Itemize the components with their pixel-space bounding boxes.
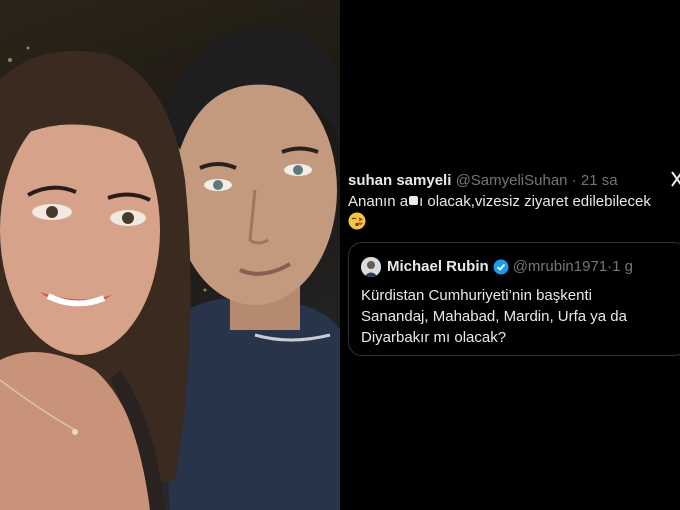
tweet-panel: suhan samyeli @SamyeliSuhan · 21 sa Anan… [340, 0, 680, 510]
selfie-illustration [0, 27, 340, 510]
quoted-author-name[interactable]: Michael Rubin [387, 258, 489, 276]
tweet-text-part1: Ananın a [348, 193, 409, 210]
woman-face [0, 105, 160, 355]
tweet-author-handle[interactable]: @SamyeliSuhan [456, 172, 568, 189]
quoted-tweet-header: Michael Rubin @mrubin1971 · 1 g [361, 257, 633, 277]
selfie-photo [0, 0, 340, 510]
quoted-tweet-text: Kürdistan Cumhuriyeti’nin başkenti Sanan… [361, 287, 627, 346]
tweet-separator: · [571, 172, 577, 189]
quoted-author-handle[interactable]: @mrubin1971 [513, 258, 607, 276]
tweet-author-name[interactable]: suhan samyeli [348, 172, 451, 189]
kissing-face-emoji-icon [348, 212, 366, 230]
more-icon[interactable] [670, 168, 680, 190]
tweet-header: suhan samyeli @SamyeliSuhan · 21 sa [348, 172, 618, 190]
quoted-author-avatar[interactable] [361, 257, 381, 277]
quoted-tweet-card[interactable]: Michael Rubin @mrubin1971 · 1 g Kürdista… [348, 242, 680, 356]
quoted-timestamp[interactable]: 1 g [612, 258, 633, 276]
censor-block [409, 196, 419, 205]
tweet-timestamp[interactable]: 21 sa [581, 172, 618, 189]
tweet-text-part2: ı olacak,vizesiz ziyaret edilebilecek [419, 193, 651, 210]
tweet-text: Ananın a ı olacak,vizesiz ziyaret edilebi… [348, 192, 678, 233]
verified-badge-icon [493, 259, 509, 275]
